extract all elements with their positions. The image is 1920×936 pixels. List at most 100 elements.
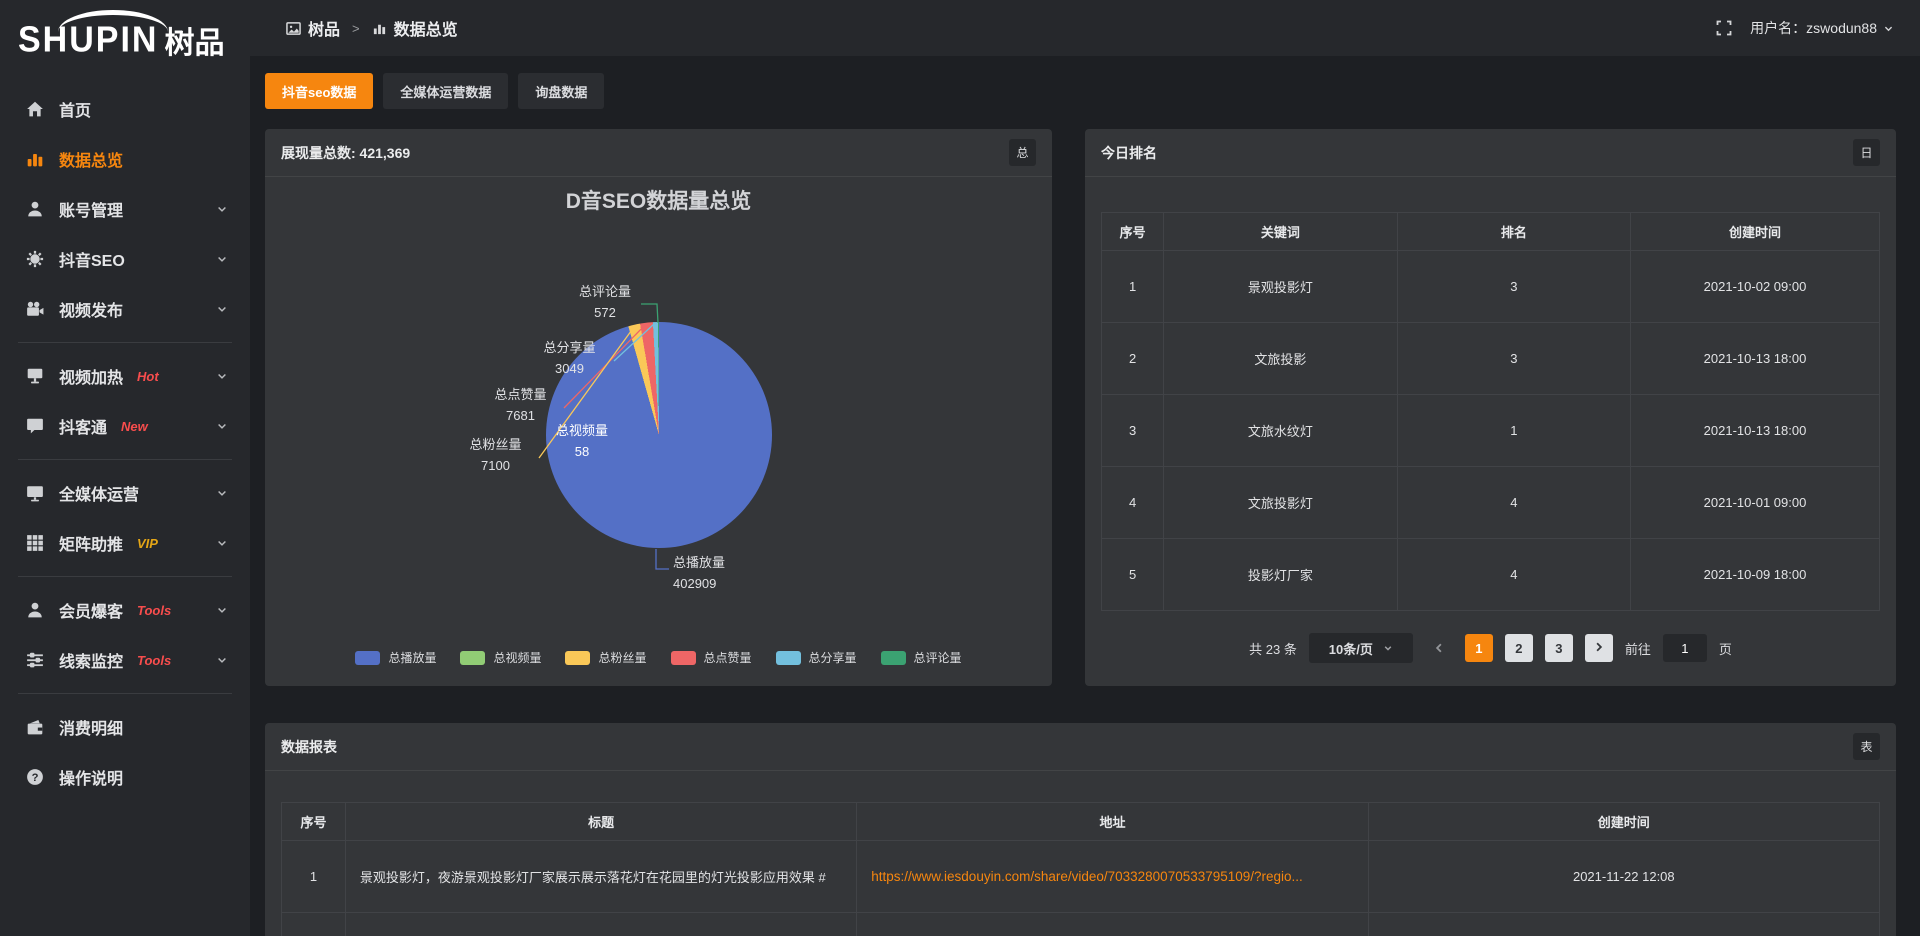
- main-area: 树品 > 数据总览 用户名：zswodun88 抖音seo数据 全媒体运营数据 …: [250, 0, 1920, 936]
- legend-item[interactable]: 总分享量: [776, 649, 857, 666]
- sidebar-item-video-publish[interactable]: 视频发布: [0, 284, 250, 334]
- logo-text-en: SHUPIN: [18, 20, 158, 61]
- table-view-button[interactable]: 表: [1853, 733, 1880, 760]
- legend-item[interactable]: 总视频量: [460, 649, 541, 666]
- menu-divider: [18, 693, 232, 694]
- ranking-table: 序号 关键词 排名 创建时间 1景观投影灯32021-10-02 09:00: [1101, 212, 1880, 611]
- sidebar-item-spend-details[interactable]: 消费明细: [0, 702, 250, 752]
- sidebar-item-media-ops[interactable]: 全媒体运营: [0, 468, 250, 518]
- image-icon: [286, 21, 301, 36]
- chevron-down-icon: [216, 604, 228, 616]
- breadcrumb-separator: >: [352, 21, 360, 36]
- grid-icon: [26, 534, 44, 552]
- page-button-1[interactable]: 1: [1465, 634, 1493, 662]
- pagination: 共 23 条 10条/页 1 2 3 前往: [1101, 633, 1880, 663]
- username-label: 用户名：zswodun88: [1750, 18, 1877, 38]
- user-solid-icon: [26, 601, 44, 619]
- fullscreen-icon[interactable]: [1716, 20, 1732, 36]
- tab-media-ops[interactable]: 全媒体运营数据: [383, 73, 508, 109]
- sidebar-item-label: 矩阵助推: [59, 531, 123, 555]
- pie-label-shares: 总分享量3049: [527, 337, 612, 379]
- chevron-down-icon: [216, 487, 228, 499]
- sidebar-item-account[interactable]: 账号管理: [0, 184, 250, 234]
- video-camera-icon: [26, 300, 44, 318]
- legend-item[interactable]: 总播放量: [355, 649, 436, 666]
- table-header-row: 序号 关键词 排名 创建时间: [1102, 213, 1880, 251]
- goto-label: 前往: [1625, 639, 1651, 658]
- sidebar-item-label: 抖客通: [59, 414, 107, 438]
- col-rank: 排名: [1397, 213, 1630, 251]
- report-card-title: 数据报表: [281, 737, 337, 757]
- sidebar-item-matrix-boost[interactable]: 矩阵助推 VIP: [0, 518, 250, 568]
- sidebar-item-label: 会员爆客: [59, 598, 123, 622]
- wallet-icon: [26, 718, 44, 736]
- goto-suffix-label: 页: [1719, 639, 1732, 658]
- total-view-button[interactable]: 总: [1009, 139, 1036, 166]
- new-badge: New: [121, 419, 148, 434]
- total-count-label: 共 23 条: [1249, 639, 1297, 658]
- report-video-link[interactable]: https://www.iesdouyin.com/share/video/70…: [871, 869, 1303, 884]
- goto-page-input[interactable]: [1663, 634, 1707, 662]
- sidebar-item-data-overview[interactable]: 数据总览: [0, 134, 250, 184]
- chevron-down-icon: [216, 370, 228, 382]
- sidebar-item-home[interactable]: 首页: [0, 84, 250, 134]
- table-row[interactable]: 4文旅投影灯42021-10-01 09:00: [1102, 467, 1880, 539]
- next-page-button[interactable]: [1585, 634, 1613, 662]
- legend-item[interactable]: 总评论量: [881, 649, 962, 666]
- vip-badge: VIP: [137, 536, 158, 551]
- sidebar-menu: 首页 数据总览 账号管理 抖音SEO 视频发布: [0, 80, 250, 936]
- report-card: 数据报表 表 序号 标题 地址 创建时间: [265, 723, 1896, 936]
- table-row[interactable]: 5投影灯厂家42021-10-09 18:00: [1102, 539, 1880, 611]
- page-size-select[interactable]: 10条/页: [1309, 633, 1413, 663]
- impressions-card: 展现量总数: 421,369 总 D音SEO数据量总览: [265, 129, 1052, 686]
- page-button-3[interactable]: 3: [1545, 634, 1573, 662]
- chevron-down-icon: [216, 537, 228, 549]
- page-button-2[interactable]: 2: [1505, 634, 1533, 662]
- monitor-icon: [26, 484, 44, 502]
- tools-badge: Tools: [137, 653, 171, 668]
- tab-inquiry[interactable]: 询盘数据: [518, 73, 604, 109]
- sidebar: SHUPIN 树品 首页 数据总览 账号管理 抖音SEO: [0, 0, 250, 936]
- sidebar-item-label: 线索监控: [59, 648, 123, 672]
- table-row[interactable]: 1 景观投影灯，夜游景观投影灯厂家展示展示落花灯在花园里的灯光投影应用效果 # …: [282, 841, 1880, 913]
- legend-item[interactable]: 总点赞量: [671, 649, 752, 666]
- sidebar-item-label: 数据总览: [59, 147, 123, 171]
- breadcrumb-item[interactable]: 树品: [308, 16, 340, 40]
- sidebar-item-douyin-seo[interactable]: 抖音SEO: [0, 234, 250, 284]
- menu-divider: [18, 342, 232, 343]
- sidebar-item-video-heat[interactable]: 视频加热 Hot: [0, 351, 250, 401]
- chevron-down-icon: [1383, 643, 1393, 653]
- menu-divider: [18, 459, 232, 460]
- table-row[interactable]: 2文旅投影32021-10-13 18:00: [1102, 323, 1880, 395]
- logo-text-cn: 树品: [164, 18, 224, 62]
- col-title: 标题: [345, 803, 856, 841]
- menu-divider: [18, 576, 232, 577]
- sidebar-item-instructions[interactable]: ? 操作说明: [0, 752, 250, 802]
- tools-badge: Tools: [137, 603, 171, 618]
- user-menu[interactable]: 用户名：zswodun88: [1750, 18, 1894, 38]
- pie-label-plays: 总播放量402909: [673, 552, 725, 594]
- chevron-down-icon: [216, 654, 228, 666]
- home-icon: [26, 100, 44, 118]
- sidebar-item-label: 操作说明: [59, 765, 123, 789]
- pie-chart: D音SEO数据量总览 总评论量572: [265, 177, 1052, 686]
- bar-chart-icon: [26, 150, 44, 168]
- report-title-cell: 景观投影灯，夜游景观投影灯厂家展示展示落花灯在花园里的灯光投影应用效果 #: [345, 841, 856, 913]
- table-row[interactable]: 3文旅水纹灯12021-10-13 18:00: [1102, 395, 1880, 467]
- table-row[interactable]: [282, 913, 1880, 936]
- tab-douyin-seo[interactable]: 抖音seo数据: [265, 73, 373, 109]
- breadcrumb-item[interactable]: 数据总览: [394, 16, 458, 40]
- legend-item[interactable]: 总粉丝量: [565, 649, 646, 666]
- sidebar-item-doukettong[interactable]: 抖客通 New: [0, 401, 250, 451]
- day-view-button[interactable]: 日: [1853, 139, 1880, 166]
- sidebar-item-label: 账号管理: [59, 197, 123, 221]
- prev-page-button[interactable]: [1425, 634, 1453, 662]
- sidebar-item-lead-monitor[interactable]: 线索监控 Tools: [0, 635, 250, 685]
- content: 抖音seo数据 全媒体运营数据 询盘数据 展现量总数: 421,369 总 D音…: [250, 56, 1920, 936]
- gear-icon: [26, 250, 44, 268]
- sidebar-item-member-burst[interactable]: 会员爆客 Tools: [0, 585, 250, 635]
- pie-label-comments: 总评论量572: [565, 281, 645, 323]
- chevron-down-icon: [216, 253, 228, 265]
- table-row[interactable]: 1景观投影灯32021-10-02 09:00: [1102, 251, 1880, 323]
- ranking-card-title: 今日排名: [1101, 143, 1157, 163]
